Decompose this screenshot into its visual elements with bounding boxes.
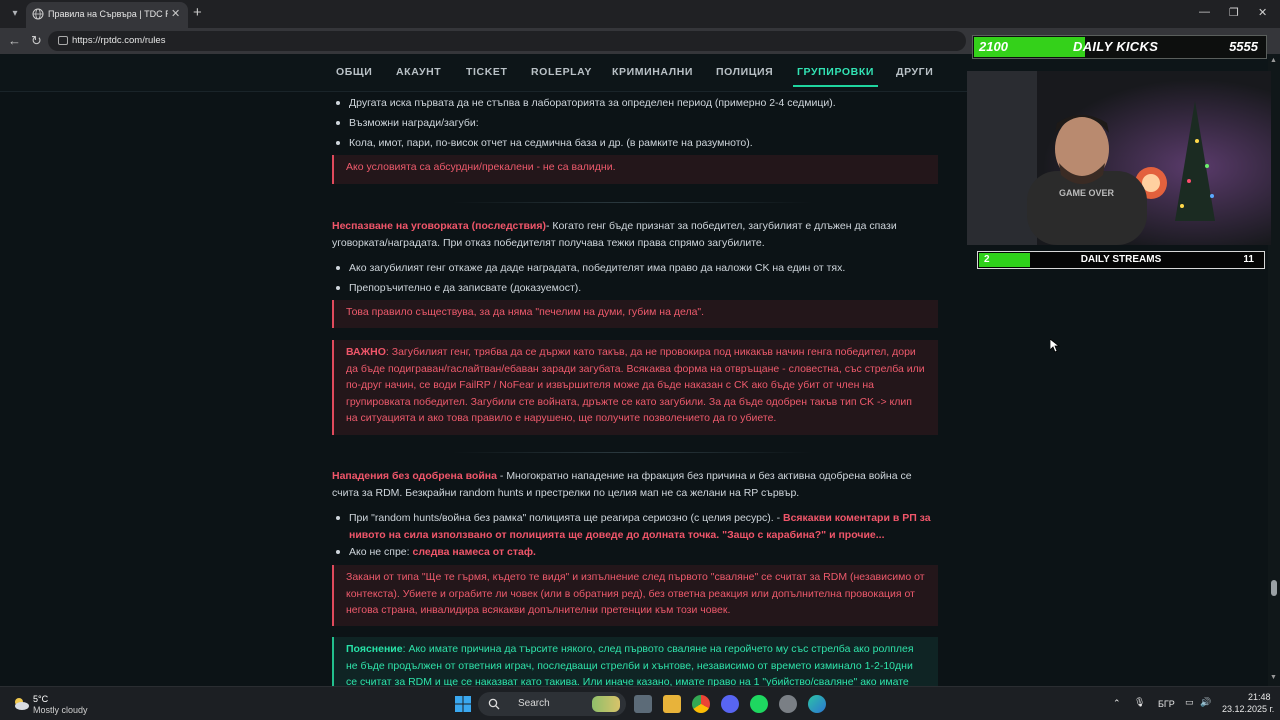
close-tab-icon[interactable]: ✕ <box>171 7 180 20</box>
file-explorer-icon[interactable] <box>663 695 681 713</box>
search-icon <box>488 698 500 710</box>
section-paragraph: Нападения без одобрена война - Многократ… <box>332 468 938 501</box>
restore-icon[interactable]: ❐ <box>1229 6 1239 19</box>
list-item: При "random hunts/война без рамка" полиц… <box>332 510 938 543</box>
search-label: Search <box>518 698 550 709</box>
spotify-icon[interactable] <box>750 695 768 713</box>
daily-streams-title: DAILY STREAMS <box>1080 254 1162 265</box>
warning-text: Закани от типа "Ще те гърмя, където те в… <box>346 571 925 616</box>
list-item-text: При "random hunts/война без рамка" полиц… <box>349 512 783 524</box>
start-icon[interactable] <box>454 695 472 713</box>
nav-account[interactable]: АКАУНТ <box>396 66 441 78</box>
important-box: ВАЖНО: Загубилият генг, трябва да се дър… <box>332 340 938 435</box>
list-item: Другата иска първата да не стъпва в лабо… <box>332 95 938 112</box>
svg-text:GAME OVER: GAME OVER <box>1059 188 1115 198</box>
list-item-text: Ако не спре: <box>349 546 413 558</box>
scroll-up-icon[interactable]: ▲ <box>1270 57 1277 64</box>
section-paragraph: Неспазване на уговорката (последствия)- … <box>332 218 938 251</box>
daily-kicks-current: 2100 <box>979 39 1008 54</box>
list-item-highlight: следва намеса от стаф. <box>412 546 536 558</box>
list-item: Ако не спре: следва намеса от стаф. <box>332 544 938 561</box>
language-indicator[interactable]: БГР <box>1158 699 1175 709</box>
list-item: Възможни награди/загуби: <box>332 115 938 132</box>
daily-kicks-title: DAILY KICKS <box>1073 39 1159 54</box>
globe-icon <box>32 8 44 20</box>
active-tab-underline <box>793 85 878 87</box>
daily-streams-target: 11 <box>1243 254 1254 265</box>
tray-overflow-icon[interactable]: ⌃ <box>1113 698 1121 709</box>
edge-icon[interactable] <box>808 695 826 713</box>
warning-box: Закани от типа "Ще те гърмя, където те в… <box>332 565 938 626</box>
daily-streams-goal: 2 DAILY STREAMS 11 <box>977 251 1265 269</box>
note-label: Пояснение <box>346 643 403 655</box>
scrollbar-thumb[interactable] <box>1271 580 1277 596</box>
close-window-icon[interactable]: ✕ <box>1258 6 1267 19</box>
weather-cloud-icon[interactable] <box>12 694 30 712</box>
nav-roleplay[interactable]: ROLEPLAY <box>531 66 592 78</box>
nav-ticket[interactable]: TICKET <box>466 66 508 78</box>
volume-icon[interactable]: 🔊 <box>1200 697 1211 708</box>
taskbar-search[interactable]: Search <box>478 692 626 716</box>
webcam-image: GAME OVER <box>967 71 1271 245</box>
list-item: Препоръчително е да записвате (доказуемо… <box>332 280 938 297</box>
minimize-icon[interactable]: — <box>1199 6 1210 18</box>
network-icon[interactable]: ▭ <box>1185 697 1194 708</box>
tab-actions-icon[interactable]: ▾ <box>6 5 24 23</box>
warning-box: Ако условията са абсурдни/прекалени - не… <box>332 155 938 184</box>
new-tab-icon[interactable]: + <box>193 4 202 21</box>
nav-general[interactable]: ОБЩИ <box>336 66 372 78</box>
url-field[interactable]: https://rptdc.com/rules <box>48 31 966 51</box>
site-info-icon[interactable] <box>58 36 68 45</box>
reload-icon[interactable]: ↻ <box>31 33 42 49</box>
section-divider <box>452 452 812 453</box>
important-label: ВАЖНО <box>346 346 386 358</box>
nav-groups[interactable]: ГРУПИРОВКИ <box>797 66 874 78</box>
search-highlight-icon <box>592 696 620 712</box>
browser-tab[interactable]: Правила на Сървъра | TDC Roleplay ✕ <box>26 2 188 28</box>
important-text: : Загубилият генг, трябва да се държи ка… <box>346 346 925 424</box>
warning-text: Това правило съществува, за да няма "печ… <box>346 306 705 318</box>
mouse-cursor-icon <box>1050 339 1060 353</box>
warning-text: Ако условията са абсурдни/прекалени - не… <box>346 161 616 173</box>
url-text: https://rptdc.com/rules <box>72 35 166 46</box>
nav-police[interactable]: ПОЛИЦИЯ <box>716 66 773 78</box>
browser-tab-bar: ▾ Правила на Сървъра | TDC Roleplay ✕ + … <box>0 0 1280 28</box>
list-item: Ако загубилият генг откаже да даде награ… <box>332 260 938 277</box>
list-item: Кола, имот, пари, по-висок отчет на седм… <box>332 135 938 152</box>
warning-box: Това правило съществува, за да няма "печ… <box>332 300 938 328</box>
steam-icon[interactable] <box>779 695 797 713</box>
nav-criminal[interactable]: КРИМИНАЛНИ <box>612 66 693 78</box>
windows-taskbar: 5°C Mostly cloudy Search ⌃ 🎙 БГР ▭ 🔊 21:… <box>0 686 1280 720</box>
section-title: Неспазване на уговорката (последствия) <box>332 220 546 232</box>
microphone-icon[interactable]: 🎙 <box>1134 697 1145 708</box>
chrome-icon[interactable] <box>692 695 710 713</box>
task-view-icon[interactable] <box>634 695 652 713</box>
note-box: Пояснение: Ако имате причина да търсите … <box>332 637 938 686</box>
nav-other[interactable]: ДРУГИ <box>896 66 933 78</box>
scroll-down-icon[interactable]: ▼ <box>1270 674 1277 681</box>
clock-date[interactable]: 23.12.2025 г. <box>1222 704 1274 714</box>
section-divider <box>452 202 812 203</box>
weather-temperature[interactable]: 5°C <box>33 694 48 704</box>
tab-title: Правила на Сървъра | TDC Roleplay <box>48 9 168 19</box>
weather-description[interactable]: Mostly cloudy <box>33 705 88 715</box>
back-icon[interactable]: ← <box>8 33 21 48</box>
section-title: Нападения без одобрена война <box>332 470 497 482</box>
webcam-feed: GAME OVER <box>967 71 1271 245</box>
discord-icon[interactable] <box>721 695 739 713</box>
clock-time[interactable]: 21:48 <box>1248 692 1271 702</box>
daily-kicks-goal: 2100 DAILY KICKS 5555 <box>972 35 1267 59</box>
daily-kicks-target: 5555 <box>1229 39 1258 54</box>
note-text: : Ако имате причина да търсите някого, с… <box>346 643 914 686</box>
